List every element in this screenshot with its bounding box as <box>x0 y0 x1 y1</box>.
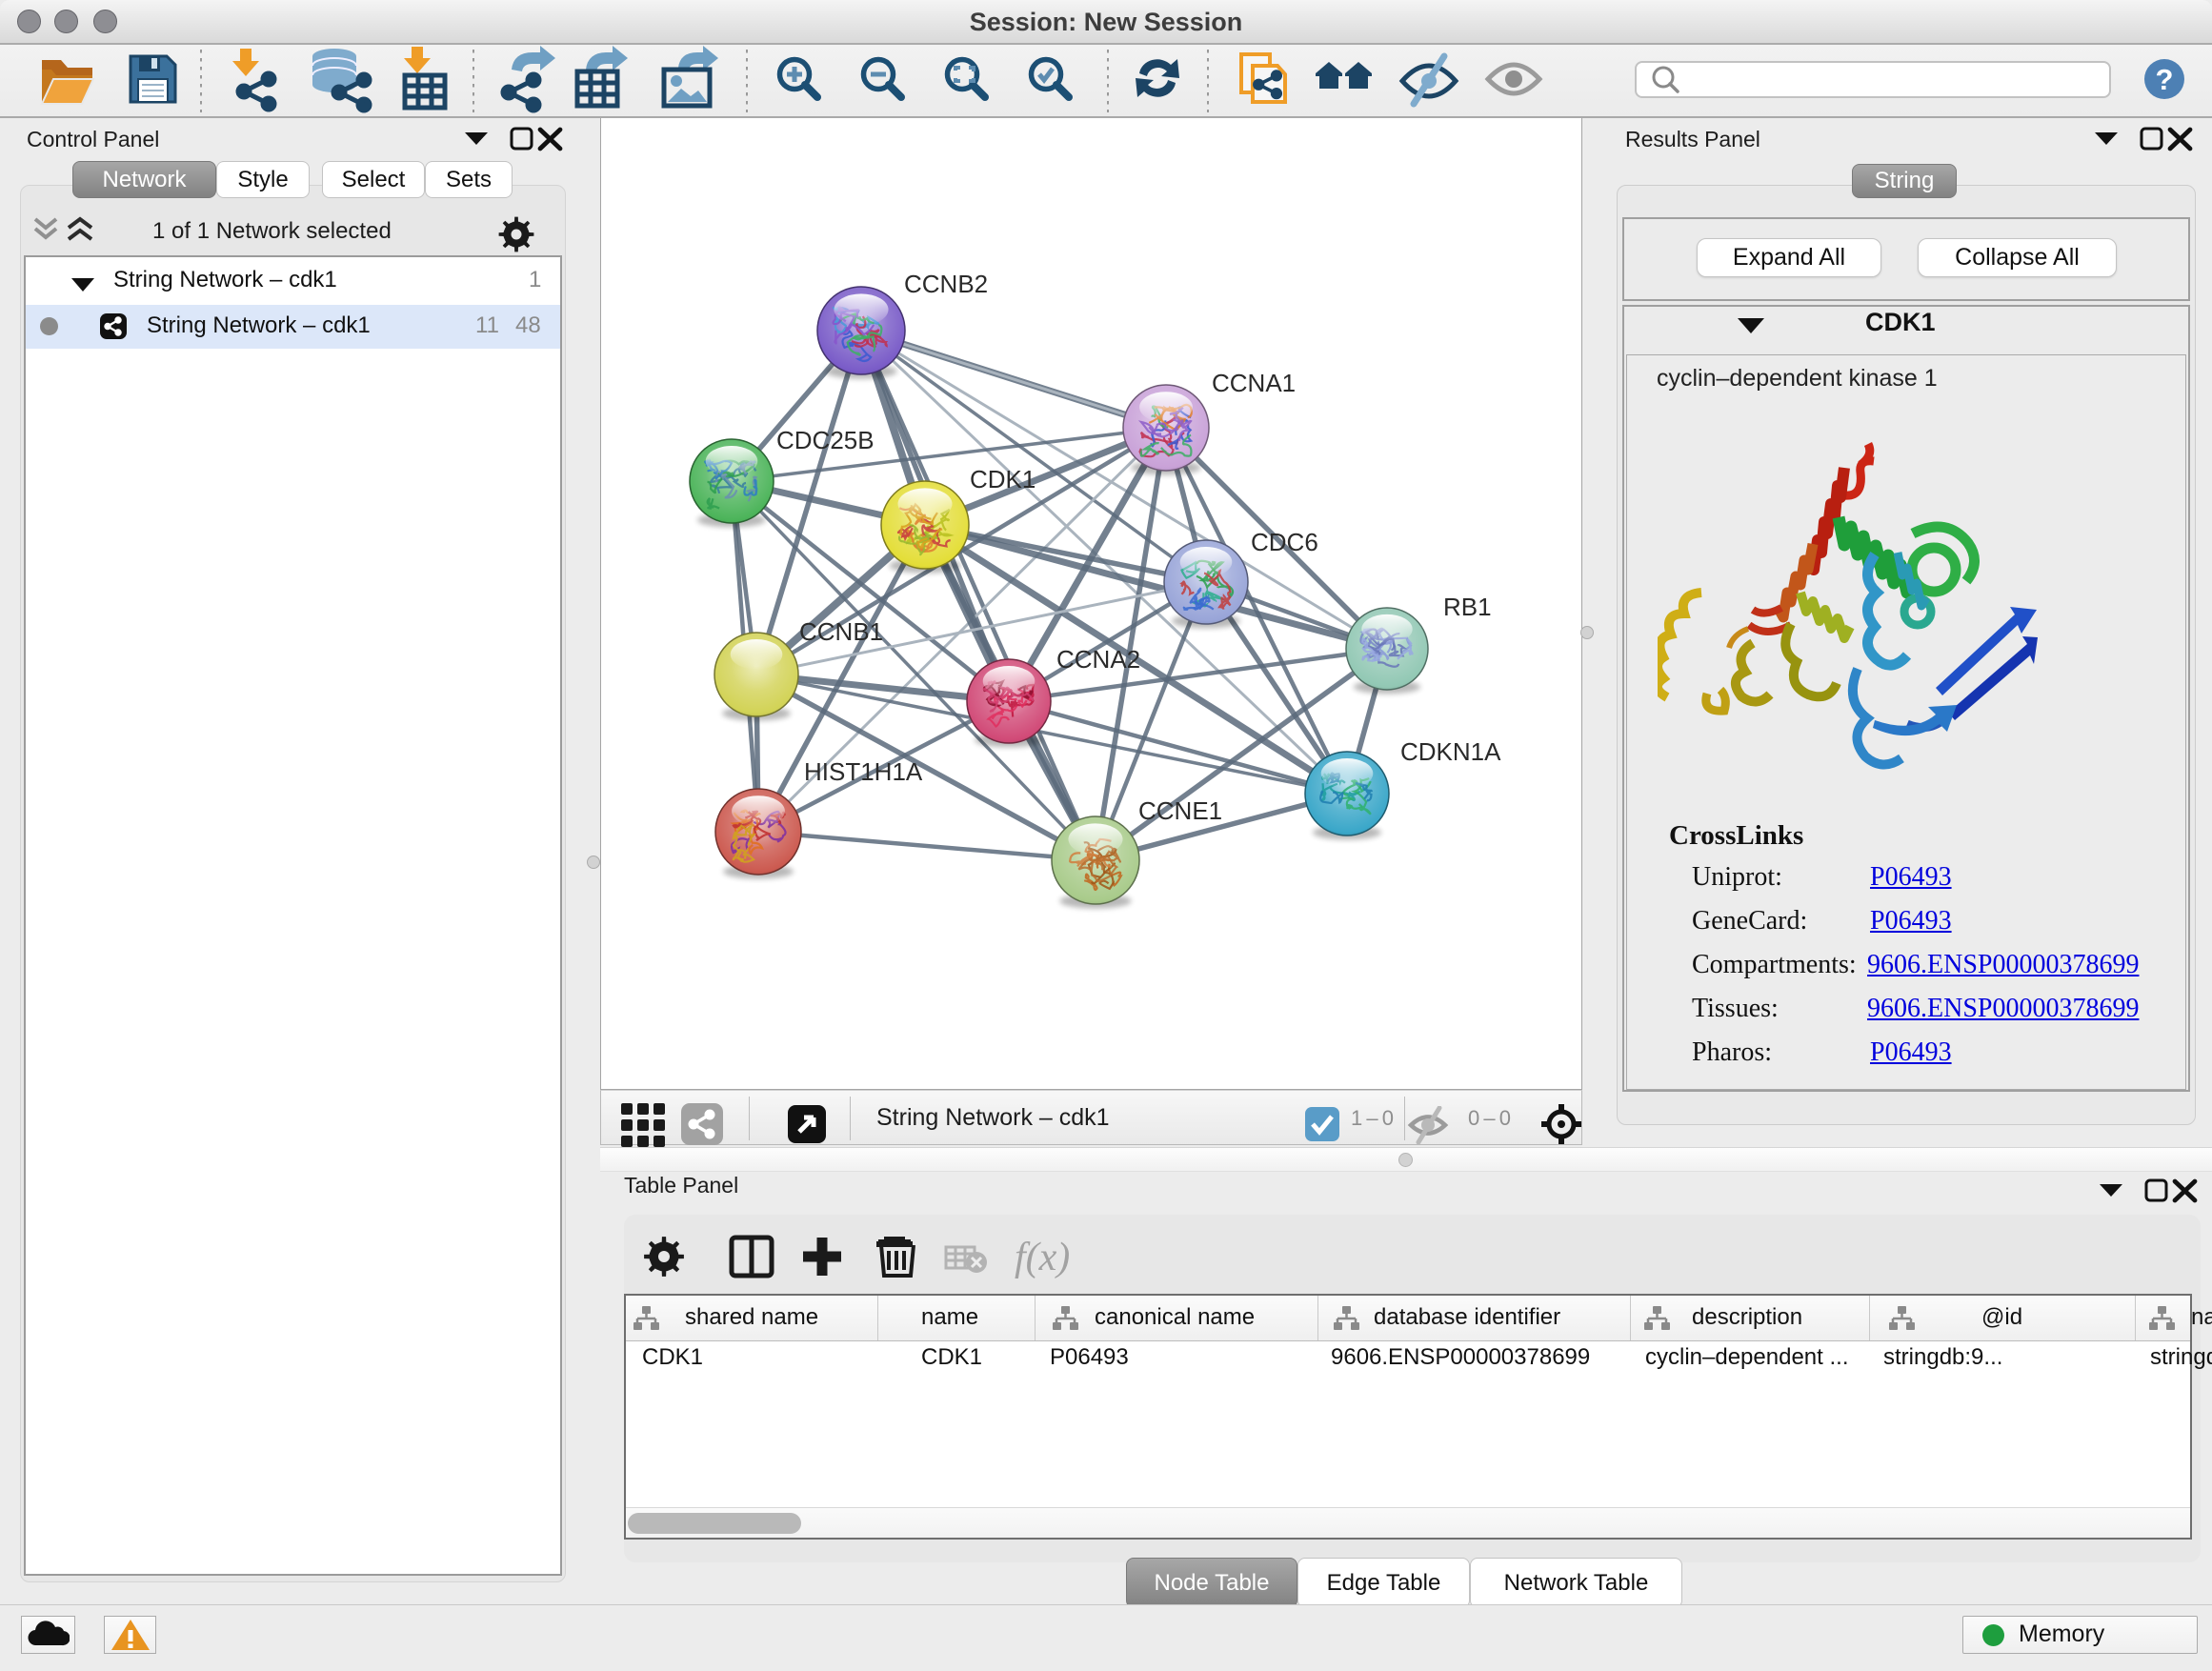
svg-text:CDK1: CDK1 <box>970 465 1036 493</box>
svg-text:CCNE1: CCNE1 <box>1138 796 1222 825</box>
svg-text:?: ? <box>2156 63 2174 96</box>
svg-text:HIST1H1A: HIST1H1A <box>804 757 923 786</box>
svg-text:CDC6: CDC6 <box>1251 528 1318 556</box>
svg-text:CDC25B: CDC25B <box>776 426 875 454</box>
svg-text:CCNA2: CCNA2 <box>1056 645 1140 674</box>
svg-text:CCNB2: CCNB2 <box>904 270 988 298</box>
svg-text:f(x): f(x) <box>1015 1236 1070 1279</box>
svg-text:CCNA1: CCNA1 <box>1212 369 1296 397</box>
svg-text:RB1: RB1 <box>1443 593 1492 621</box>
svg-text:CDKN1A: CDKN1A <box>1400 737 1501 766</box>
svg-text:CCNB1: CCNB1 <box>799 617 883 646</box>
